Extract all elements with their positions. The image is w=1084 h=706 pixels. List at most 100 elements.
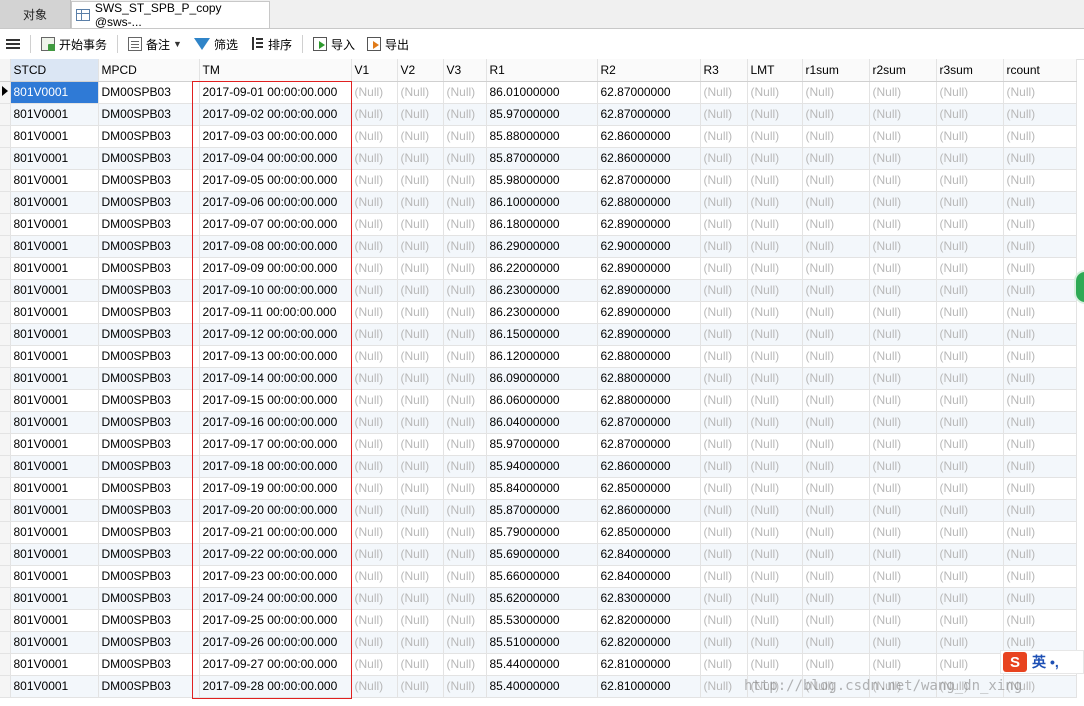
cell-r2sum[interactable]: (Null) — [869, 565, 937, 588]
column-header-r1[interactable]: R1 — [486, 59, 598, 82]
cell-mpcd[interactable]: DM00SPB03 — [98, 191, 200, 214]
cell-mpcd[interactable]: DM00SPB03 — [98, 323, 200, 346]
row-header[interactable] — [0, 455, 11, 478]
cell-v1[interactable]: (Null) — [351, 587, 398, 610]
table-row[interactable]: 801V0001 DM00SPB03 2017-09-08 00:00:00.000… — [0, 235, 1077, 258]
cell-rcount[interactable]: (Null) — [1003, 609, 1077, 632]
cell-lmt[interactable]: (Null) — [747, 191, 803, 214]
column-header-r2sum[interactable]: r2sum — [869, 59, 937, 82]
row-header[interactable] — [0, 587, 11, 610]
cell-mpcd[interactable]: DM00SPB03 — [98, 675, 200, 698]
cell-lmt[interactable]: (Null) — [747, 169, 803, 192]
cell-v3[interactable]: (Null) — [443, 675, 487, 698]
row-header[interactable] — [0, 213, 11, 236]
cell-r2[interactable]: 62.85000000 — [597, 477, 701, 500]
cell-rcount[interactable]: (Null) — [1003, 455, 1077, 478]
cell-lmt[interactable]: (Null) — [747, 235, 803, 258]
cell-r1sum[interactable]: (Null) — [802, 477, 870, 500]
cell-tm[interactable]: 2017-09-22 00:00:00.000 — [199, 543, 352, 566]
cell-r1[interactable]: 85.79000000 — [486, 521, 598, 544]
cell-tm[interactable]: 2017-09-05 00:00:00.000 — [199, 169, 352, 192]
cell-tm[interactable]: 2017-09-11 00:00:00.000 — [199, 301, 352, 324]
cell-tm[interactable]: 2017-09-06 00:00:00.000 — [199, 191, 352, 214]
cell-v2[interactable]: (Null) — [397, 301, 444, 324]
cell-r1sum[interactable]: (Null) — [802, 81, 870, 104]
cell-r2sum[interactable]: (Null) — [869, 279, 937, 302]
cell-v3[interactable]: (Null) — [443, 587, 487, 610]
cell-r2sum[interactable]: (Null) — [869, 433, 937, 456]
cell-lmt[interactable]: (Null) — [747, 125, 803, 148]
cell-r1sum[interactable]: (Null) — [802, 455, 870, 478]
cell-r3sum[interactable]: (Null) — [936, 147, 1004, 170]
cell-r2[interactable]: 62.88000000 — [597, 345, 701, 368]
cell-r2[interactable]: 62.85000000 — [597, 521, 701, 544]
table-row[interactable]: 801V0001 DM00SPB03 2017-09-24 00:00:00.000… — [0, 587, 1077, 610]
cell-r1[interactable]: 86.09000000 — [486, 367, 598, 390]
cell-mpcd[interactable]: DM00SPB03 — [98, 477, 200, 500]
row-header[interactable] — [0, 433, 11, 456]
cell-rcount[interactable]: (Null) — [1003, 411, 1077, 434]
cell-stcd[interactable]: 801V0001 — [10, 653, 99, 676]
table-row[interactable]: 801V0001 DM00SPB03 2017-09-18 00:00:00.000… — [0, 455, 1077, 478]
cell-stcd[interactable]: 801V0001 — [10, 675, 99, 698]
table-row[interactable]: 801V0001 DM00SPB03 2017-09-23 00:00:00.000… — [0, 565, 1077, 588]
cell-rcount[interactable]: (Null) — [1003, 477, 1077, 500]
cell-r1sum[interactable]: (Null) — [802, 213, 870, 236]
cell-r3[interactable]: (Null) — [700, 675, 748, 698]
cell-r2[interactable]: 62.87000000 — [597, 433, 701, 456]
cell-lmt[interactable]: (Null) — [747, 521, 803, 544]
cell-r3sum[interactable]: (Null) — [936, 675, 1004, 698]
cell-v3[interactable]: (Null) — [443, 257, 487, 280]
cell-lmt[interactable]: (Null) — [747, 81, 803, 104]
cell-r3[interactable]: (Null) — [700, 411, 748, 434]
cell-lmt[interactable]: (Null) — [747, 631, 803, 654]
cell-v3[interactable]: (Null) — [443, 609, 487, 632]
cell-tm[interactable]: 2017-09-16 00:00:00.000 — [199, 411, 352, 434]
cell-rcount[interactable]: (Null) — [1003, 543, 1077, 566]
cell-rcount[interactable]: (Null) — [1003, 81, 1077, 104]
cell-stcd[interactable]: 801V0001 — [10, 521, 99, 544]
table-row[interactable]: 801V0001 DM00SPB03 2017-09-07 00:00:00.000… — [0, 213, 1077, 236]
cell-v3[interactable]: (Null) — [443, 411, 487, 434]
cell-r3sum[interactable]: (Null) — [936, 587, 1004, 610]
cell-v3[interactable]: (Null) — [443, 543, 487, 566]
cell-v1[interactable]: (Null) — [351, 389, 398, 412]
cell-r1[interactable]: 86.23000000 — [486, 301, 598, 324]
cell-v1[interactable]: (Null) — [351, 345, 398, 368]
cell-tm[interactable]: 2017-09-23 00:00:00.000 — [199, 565, 352, 588]
row-header[interactable] — [0, 499, 11, 522]
cell-r3sum[interactable]: (Null) — [936, 455, 1004, 478]
cell-r1sum[interactable]: (Null) — [802, 103, 870, 126]
cell-r1sum[interactable]: (Null) — [802, 301, 870, 324]
cell-r2sum[interactable]: (Null) — [869, 103, 937, 126]
cell-r2sum[interactable]: (Null) — [869, 323, 937, 346]
cell-tm[interactable]: 2017-09-02 00:00:00.000 — [199, 103, 352, 126]
cell-rcount[interactable]: (Null) — [1003, 499, 1077, 522]
cell-r3[interactable]: (Null) — [700, 103, 748, 126]
cell-v3[interactable]: (Null) — [443, 147, 487, 170]
row-header[interactable] — [0, 565, 11, 588]
cell-r3[interactable]: (Null) — [700, 565, 748, 588]
cell-mpcd[interactable]: DM00SPB03 — [98, 609, 200, 632]
cell-mpcd[interactable]: DM00SPB03 — [98, 411, 200, 434]
cell-rcount[interactable]: (Null) — [1003, 587, 1077, 610]
cell-lmt[interactable]: (Null) — [747, 477, 803, 500]
table-row[interactable]: 801V0001 DM00SPB03 2017-09-06 00:00:00.000… — [0, 191, 1077, 214]
ime-toolbar[interactable]: S 英 •, — [1000, 650, 1084, 674]
cell-v2[interactable]: (Null) — [397, 653, 444, 676]
cell-tm[interactable]: 2017-09-07 00:00:00.000 — [199, 213, 352, 236]
row-header[interactable] — [0, 543, 11, 566]
cell-r1[interactable]: 86.22000000 — [486, 257, 598, 280]
cell-v3[interactable]: (Null) — [443, 191, 487, 214]
cell-v2[interactable]: (Null) — [397, 411, 444, 434]
cell-rcount[interactable]: (Null) — [1003, 257, 1077, 280]
cell-r3sum[interactable]: (Null) — [936, 543, 1004, 566]
cell-r3[interactable]: (Null) — [700, 587, 748, 610]
cell-r2sum[interactable]: (Null) — [869, 455, 937, 478]
cell-stcd[interactable]: 801V0001 — [10, 499, 99, 522]
cell-v1[interactable]: (Null) — [351, 499, 398, 522]
cell-r3[interactable]: (Null) — [700, 235, 748, 258]
table-row[interactable]: 801V0001 DM00SPB03 2017-09-14 00:00:00.000… — [0, 367, 1077, 390]
cell-r3[interactable]: (Null) — [700, 653, 748, 676]
cell-v3[interactable]: (Null) — [443, 477, 487, 500]
